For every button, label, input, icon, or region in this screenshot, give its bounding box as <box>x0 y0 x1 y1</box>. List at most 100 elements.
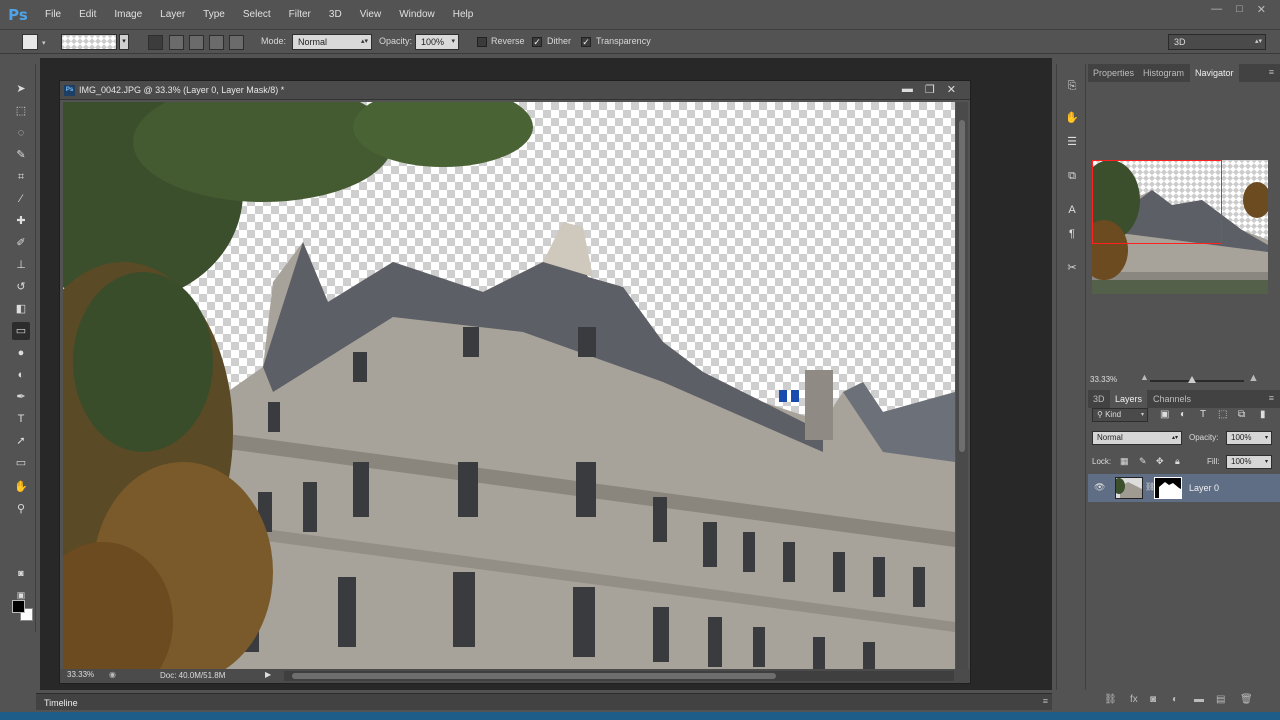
history-icon[interactable]: ⎘ <box>1063 78 1081 94</box>
tool-preset-arrow-icon[interactable]: ▾ <box>42 39 48 47</box>
maximize-icon[interactable]: □ <box>1236 3 1243 16</box>
move-tool-icon[interactable]: ➤ <box>12 80 30 98</box>
menu-window[interactable]: Window <box>390 0 444 29</box>
reflected-gradient-button[interactable] <box>209 35 224 50</box>
menu-filter[interactable]: Filter <box>280 0 320 29</box>
timeline-label[interactable]: Timeline <box>44 698 78 708</box>
tab-properties[interactable]: Properties <box>1088 64 1139 82</box>
navigator-zoom-value[interactable]: 33.33% <box>1090 375 1117 384</box>
lock-position-icon[interactable]: ✥ <box>1156 456 1164 467</box>
horizontal-scroll-thumb[interactable] <box>292 673 776 679</box>
mode-dropdown[interactable]: Normal ▴▾ <box>292 34 372 50</box>
blur-tool-icon[interactable]: ● <box>12 344 30 362</box>
lasso-tool-icon[interactable]: ◌ <box>12 124 30 142</box>
layer-mask-thumbnail[interactable] <box>1154 477 1182 499</box>
layer-opacity-field[interactable]: 100% ▾ <box>1226 431 1272 445</box>
layer-filter-dropdown[interactable]: ⚲ Kind ▾ <box>1092 408 1148 422</box>
opacity-field[interactable]: 100% ▾ <box>415 34 459 50</box>
filter-pixel-icon[interactable]: ▣ <box>1160 409 1169 420</box>
filter-shape-icon[interactable]: ⬚ <box>1218 409 1227 420</box>
gradient-picker[interactable] <box>61 34 117 50</box>
status-menu-arrow-icon[interactable]: ▶ <box>265 670 271 679</box>
zoom-field[interactable]: 33.33% <box>67 670 94 679</box>
new-layer-icon[interactable]: ▤ <box>1216 694 1225 705</box>
eyedropper-tool-icon[interactable]: ⁄ <box>12 190 30 208</box>
zoom-tool-icon[interactable]: ⚲ <box>12 500 30 518</box>
gradient-picker-arrow-icon[interactable]: ▾ <box>119 34 129 50</box>
navigator-view-rectangle[interactable] <box>1092 160 1222 244</box>
tool-presets-icon[interactable]: ✂ <box>1063 260 1081 276</box>
fx-icon[interactable]: fx <box>1130 694 1138 705</box>
tool-preset-picker[interactable] <box>22 34 38 50</box>
character-icon[interactable]: A <box>1063 202 1081 218</box>
adjustments-icon[interactable]: ☰ <box>1063 134 1081 150</box>
clone-stamp-tool-icon[interactable]: ⊥ <box>12 256 30 274</box>
reverse-checkbox[interactable] <box>477 37 487 47</box>
menu-help[interactable]: Help <box>444 0 483 29</box>
layer-name[interactable]: Layer 0 <box>1189 483 1219 493</box>
tab-navigator[interactable]: Navigator <box>1190 64 1239 82</box>
type-tool-icon[interactable]: T <box>12 410 30 428</box>
menu-file[interactable]: File <box>36 0 70 29</box>
layer-fill-field[interactable]: 100% ▾ <box>1226 455 1272 469</box>
radial-gradient-button[interactable] <box>169 35 184 50</box>
delete-layer-icon[interactable]: 🗑︎ <box>1240 694 1253 705</box>
filter-smart-object-icon[interactable]: ⧉ <box>1238 409 1245 420</box>
blend-mode-dropdown[interactable]: Normal ▴▾ <box>1092 431 1182 445</box>
status-info-icon[interactable]: ◉ <box>109 670 116 679</box>
new-group-icon[interactable]: ▬ <box>1194 694 1204 705</box>
minimize-icon[interactable]: — <box>1211 3 1222 16</box>
layer-thumbnail[interactable] <box>1115 477 1143 499</box>
restore-icon[interactable]: ❐ <box>925 83 935 96</box>
actions-icon[interactable]: ✋ <box>1063 110 1081 126</box>
new-adjustment-icon[interactable]: ◐ <box>1172 694 1178 705</box>
lock-all-icon[interactable]: 🔒︎ <box>1175 456 1180 467</box>
filter-toggle-icon[interactable]: ▮ <box>1260 409 1266 420</box>
zoom-out-icon[interactable]: ▲ <box>1140 372 1149 382</box>
menu-view[interactable]: View <box>351 0 391 29</box>
menu-3d[interactable]: 3D <box>320 0 351 29</box>
filter-adjustment-icon[interactable]: ◐ <box>1180 409 1186 420</box>
doc-size-info[interactable]: Doc: 40.0M/51.8M <box>160 671 225 680</box>
vertical-scroll-thumb[interactable] <box>959 120 965 452</box>
close-icon[interactable]: ✕ <box>947 83 956 96</box>
vertical-scrollbar[interactable] <box>956 102 968 669</box>
quick-selection-tool-icon[interactable]: ✎ <box>12 146 30 164</box>
layer-comps-icon[interactable]: ⧉ <box>1063 168 1081 184</box>
path-selection-tool-icon[interactable]: ➚ <box>12 432 30 450</box>
link-layers-icon[interactable]: ⛓ <box>1104 694 1117 705</box>
transparency-checkbox[interactable]: ✓ <box>581 37 591 47</box>
layer-row[interactable]: 👁︎ ⛓ Layer 0 <box>1088 474 1280 502</box>
brush-tool-icon[interactable]: ✐ <box>12 234 30 252</box>
eraser-tool-icon[interactable]: ◧ <box>12 300 30 318</box>
navigator-zoom-slider[interactable] <box>1150 376 1244 383</box>
screen-mode-icon[interactable]: ▣ <box>12 586 30 604</box>
menu-edit[interactable]: Edit <box>70 0 105 29</box>
lock-image-icon[interactable]: ✎ <box>1139 456 1147 467</box>
timeline-bar[interactable]: Timeline ≡ <box>36 693 1052 710</box>
tab-histogram[interactable]: Histogram <box>1138 64 1189 82</box>
hand-tool-icon[interactable]: ✋ <box>12 478 30 496</box>
workspace-dropdown[interactable]: 3D ▴▾ <box>1168 34 1266 50</box>
panel-menu-icon[interactable]: ≡ <box>1043 696 1048 706</box>
paragraph-icon[interactable]: ¶ <box>1063 226 1081 242</box>
dodge-tool-icon[interactable]: ◐ <box>12 366 30 384</box>
image-canvas[interactable] <box>63 102 955 669</box>
marquee-tool-icon[interactable]: ⬚ <box>12 102 30 120</box>
panel-menu-icon[interactable]: ≡ <box>1269 67 1274 77</box>
navigator-thumbnail[interactable] <box>1092 160 1268 294</box>
healing-brush-tool-icon[interactable]: ✚ <box>12 212 30 230</box>
lock-transparent-icon[interactable]: ▦ <box>1120 456 1129 467</box>
close-icon[interactable]: ✕ <box>1257 3 1266 16</box>
panel-menu-icon[interactable]: ≡ <box>1269 393 1274 403</box>
menu-image[interactable]: Image <box>105 0 151 29</box>
menu-type[interactable]: Type <box>194 0 234 29</box>
document-titlebar[interactable]: Ps IMG_0042.JPG @ 33.3% (Layer 0, Layer … <box>60 81 970 100</box>
dither-checkbox[interactable]: ✓ <box>532 37 542 47</box>
zoom-slider-knob[interactable] <box>1188 376 1196 383</box>
linear-gradient-button[interactable] <box>148 35 163 50</box>
angle-gradient-button[interactable] <box>189 35 204 50</box>
filter-type-icon[interactable]: T <box>1200 409 1206 420</box>
menu-select[interactable]: Select <box>234 0 280 29</box>
history-brush-tool-icon[interactable]: ↺ <box>12 278 30 296</box>
